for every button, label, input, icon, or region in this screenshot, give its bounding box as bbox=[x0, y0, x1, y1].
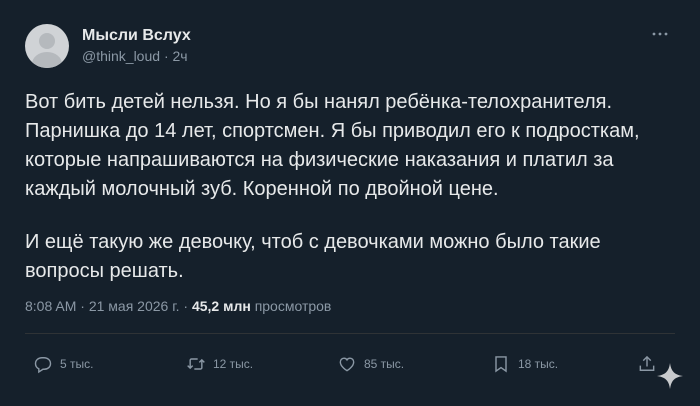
tweet-paragraph: И ещё такую же девочку, чтоб с девочками… bbox=[25, 231, 601, 282]
tweet-header: Мысли Вслух @think_loud · 2ч bbox=[25, 24, 675, 68]
author-name[interactable]: Мысли Вслух bbox=[82, 27, 191, 45]
avatar[interactable] bbox=[25, 24, 69, 68]
avatar-body bbox=[32, 52, 62, 68]
tweet-paragraph: Вот бить детей нельзя. Но я бы нанял реб… bbox=[25, 91, 640, 200]
avatar-head bbox=[39, 33, 55, 49]
views-count[interactable]: 45,2 млн bbox=[192, 298, 251, 314]
post-time[interactable]: 2ч bbox=[173, 48, 188, 64]
bookmark-icon bbox=[495, 356, 507, 373]
stamp-date[interactable]: 21 мая 2026 г. bbox=[89, 298, 180, 314]
divider bbox=[25, 333, 675, 334]
like-count: 85 тыс. bbox=[364, 357, 405, 371]
sparkle-icon bbox=[657, 363, 683, 389]
tweet-timestamp: 8:08 AM · 21 мая 2026 г. · 45,2 млн прос… bbox=[25, 298, 331, 314]
retweet-icon bbox=[187, 358, 205, 370]
heart-icon bbox=[339, 357, 355, 372]
author-handle[interactable]: @think_loud bbox=[82, 48, 160, 64]
reply-button[interactable]: 5 тыс. bbox=[33, 352, 93, 376]
reply-icon bbox=[34, 357, 52, 374]
stamp-separator: · bbox=[80, 298, 85, 314]
action-bar: 5 тыс. 12 тыс. 85 тыс. 18 тыс. bbox=[25, 352, 675, 376]
more-dots-icon[interactable] bbox=[648, 26, 672, 42]
tweet-body: Вот бить детей нельзя. Но я бы нанял реб… bbox=[25, 88, 675, 286]
stamp-separator: · bbox=[183, 298, 189, 314]
author-meta: @think_loud · 2ч bbox=[82, 48, 188, 64]
bookmark-button[interactable]: 18 тыс. bbox=[491, 352, 558, 376]
stamp-time[interactable]: 8:08 AM bbox=[25, 298, 76, 314]
retweet-count: 12 тыс. bbox=[213, 357, 254, 371]
meta-separator: · bbox=[163, 48, 169, 64]
like-button[interactable]: 85 тыс. bbox=[337, 352, 404, 376]
views-label: просмотров bbox=[254, 298, 332, 314]
bookmark-count: 18 тыс. bbox=[518, 357, 559, 371]
retweet-button[interactable]: 12 тыс. bbox=[186, 352, 253, 376]
reply-count: 5 тыс. bbox=[60, 357, 94, 371]
share-icon bbox=[639, 355, 655, 371]
